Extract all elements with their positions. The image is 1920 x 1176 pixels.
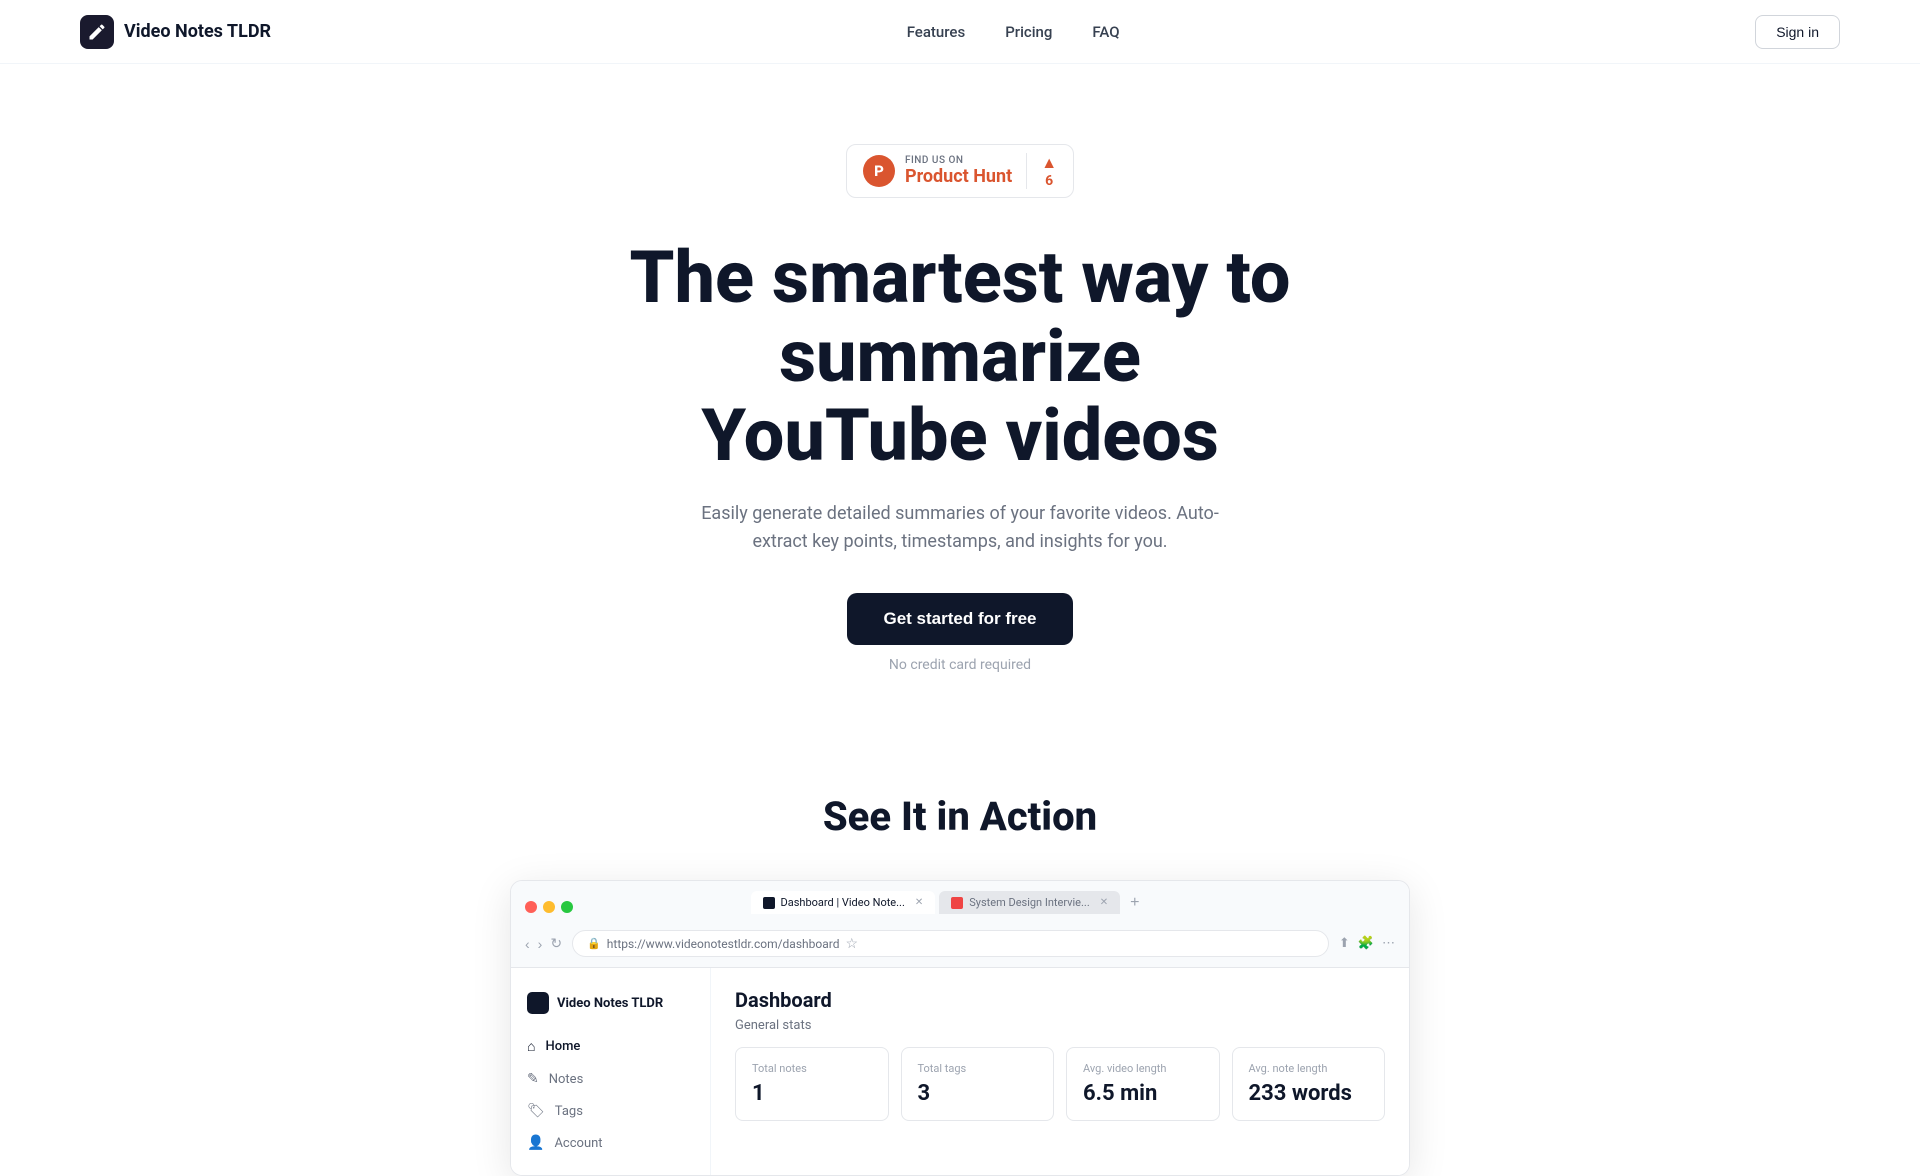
hero-section: P FIND US ON Product Hunt ▲ 6 The smarte…: [0, 64, 1920, 733]
win-maximize-button[interactable]: [561, 901, 573, 913]
tab-favicon-red: [951, 897, 963, 909]
ph-logo: P: [863, 155, 895, 187]
sidebar-item-account[interactable]: 👤 Account: [511, 1127, 710, 1159]
logo-icon: [80, 15, 114, 49]
product-hunt-badge[interactable]: P FIND US ON Product Hunt ▲ 6: [846, 144, 1074, 198]
hero-subtitle: Easily generate detailed summaries of yo…: [680, 500, 1240, 558]
ph-votes: ▲ 6: [1026, 153, 1057, 189]
extensions-icon[interactable]: 🧩: [1358, 936, 1374, 951]
logo-svg: [87, 22, 107, 42]
address-bar[interactable]: 🔒 https://www.videonotestldr.com/dashboa…: [572, 930, 1329, 957]
sign-in-button[interactable]: Sign in: [1755, 15, 1840, 49]
win-close-button[interactable]: [525, 901, 537, 913]
home-icon: ⌂: [527, 1038, 535, 1055]
forward-button[interactable]: ›: [538, 935, 543, 952]
win-minimize-button[interactable]: [543, 901, 555, 913]
cta-button[interactable]: Get started for free: [847, 593, 1072, 645]
app-main: Dashboard General stats Total notes 1 To…: [711, 968, 1409, 1175]
ph-vote-count: 6: [1045, 173, 1053, 189]
stat-total-notes-label: Total notes: [752, 1062, 872, 1075]
sidebar-logo: Video Notes TLDR: [511, 984, 710, 1030]
stat-total-tags-label: Total tags: [918, 1062, 1038, 1075]
tags-icon: 🏷: [527, 1103, 545, 1119]
stats-grid: Total notes 1 Total tags 3 Avg. video le…: [735, 1047, 1385, 1121]
stat-avg-video-length: Avg. video length 6.5 min: [1066, 1047, 1220, 1121]
app-content: Video Notes TLDR ⌂ Home ✎ Notes 🏷 Tags 👤…: [511, 968, 1409, 1175]
general-stats-label: General stats: [735, 1018, 1385, 1033]
stat-avg-note-value: 233 words: [1249, 1081, 1369, 1106]
stat-avg-note-length: Avg. note length 233 words: [1232, 1047, 1386, 1121]
window-buttons: [525, 901, 573, 913]
stat-avg-video-value: 6.5 min: [1083, 1081, 1203, 1106]
hero-title: The smartest way to summarize YouTube vi…: [510, 238, 1410, 476]
stat-total-tags: Total tags 3: [901, 1047, 1055, 1121]
ph-product-hunt-name: Product Hunt: [905, 166, 1012, 187]
browser-mockup: Dashboard | Video Note... ✕ System Desig…: [510, 880, 1410, 1176]
browser-chrome: Dashboard | Video Note... ✕ System Desig…: [511, 881, 1409, 968]
ph-text: FIND US ON Product Hunt: [905, 155, 1012, 187]
section-title: See It in Action: [823, 793, 1097, 840]
brand-name: Video Notes TLDR: [124, 21, 271, 42]
browser-tab-active[interactable]: Dashboard | Video Note... ✕: [751, 891, 936, 914]
browser-tabs: Dashboard | Video Note... ✕ System Desig…: [751, 891, 1146, 914]
browser-tab-2[interactable]: System Design Intervie... ✕: [939, 891, 1120, 914]
share-icon[interactable]: ⬆: [1339, 936, 1350, 951]
tab-favicon-dark: [763, 897, 775, 909]
nav-links: Features Pricing FAQ: [907, 23, 1120, 41]
nav-pricing[interactable]: Pricing: [1005, 23, 1052, 41]
sidebar-item-tags[interactable]: 🏷 Tags: [511, 1095, 710, 1127]
action-section: See It in Action Dashboard | Video Note.…: [0, 733, 1920, 1176]
notes-icon: ✎: [527, 1071, 539, 1087]
stat-avg-video-label: Avg. video length: [1083, 1062, 1203, 1075]
new-tab-button[interactable]: +: [1124, 894, 1145, 912]
refresh-button[interactable]: ↻: [550, 935, 562, 952]
bookmark-button[interactable]: ☆: [845, 935, 858, 952]
back-button[interactable]: ‹: [525, 935, 530, 952]
stat-total-notes-value: 1: [752, 1081, 872, 1106]
nav-logo[interactable]: Video Notes TLDR: [80, 15, 271, 49]
navbar: Video Notes TLDR Features Pricing FAQ Si…: [0, 0, 1920, 64]
sidebar-logo-icon: [527, 992, 549, 1014]
sidebar-item-home[interactable]: ⌂ Home: [511, 1030, 710, 1063]
stat-total-notes: Total notes 1: [735, 1047, 889, 1121]
tab-close-icon-2[interactable]: ✕: [1100, 897, 1108, 908]
app-sidebar: Video Notes TLDR ⌂ Home ✎ Notes 🏷 Tags 👤…: [511, 968, 711, 1175]
lock-icon: 🔒: [587, 937, 601, 950]
nav-faq[interactable]: FAQ: [1092, 23, 1119, 41]
stat-avg-note-label: Avg. note length: [1249, 1062, 1369, 1075]
dashboard-title: Dashboard: [735, 988, 1385, 1012]
ph-upvote-arrow: ▲: [1041, 153, 1057, 173]
browser-address-bar: ‹ › ↻ 🔒 https://www.videonotestldr.com/d…: [525, 930, 1395, 957]
ph-find-us-label: FIND US ON: [905, 155, 964, 166]
no-credit-card-label: No credit card required: [889, 657, 1031, 673]
tab-close-icon[interactable]: ✕: [915, 897, 923, 908]
nav-features[interactable]: Features: [907, 23, 965, 41]
nav-controls: ‹ › ↻: [525, 935, 562, 952]
browser-action-icons: ⬆ 🧩 ⋯: [1339, 936, 1395, 951]
menu-icon[interactable]: ⋯: [1382, 936, 1395, 951]
account-icon: 👤: [527, 1135, 544, 1151]
sidebar-item-notes[interactable]: ✎ Notes: [511, 1063, 710, 1095]
stat-total-tags-value: 3: [918, 1081, 1038, 1106]
